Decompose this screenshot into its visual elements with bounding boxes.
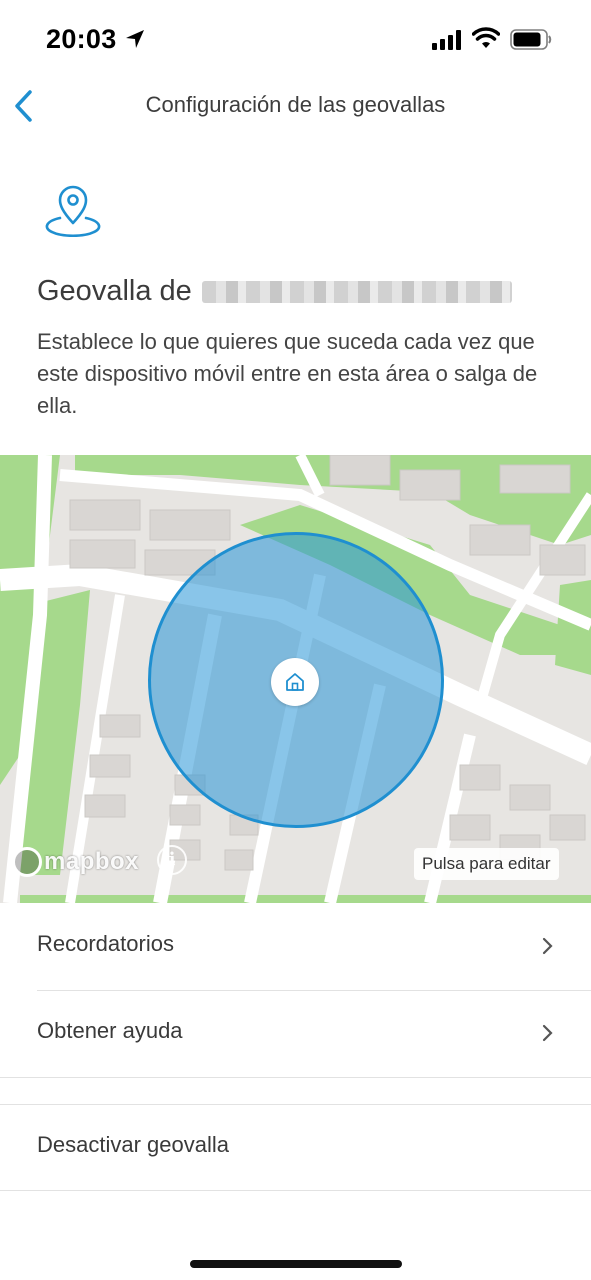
list-item-deactivate-geofence[interactable]: Desactivar geovalla	[0, 1104, 591, 1190]
edit-map-badge[interactable]: Pulsa para editar	[414, 848, 559, 880]
geofence-map[interactable]: mapbox i Pulsa para editar	[0, 455, 591, 903]
chevron-right-icon	[542, 937, 553, 955]
home-pin	[271, 658, 319, 706]
status-bar: 20:03	[0, 0, 591, 80]
redacted-location-name	[201, 281, 512, 304]
chevron-right-icon	[542, 1024, 553, 1042]
location-arrow-icon	[126, 30, 144, 48]
status-time: 20:03	[46, 24, 117, 54]
home-indicator	[190, 1260, 402, 1268]
mapbox-logo[interactable]: mapbox	[12, 847, 139, 877]
nav-bar: Configuración de las geovallas	[0, 80, 591, 132]
geofence-title: Geovalla de	[37, 275, 512, 308]
list-item-reminders[interactable]: Recordatorios	[0, 903, 591, 989]
wifi-icon	[472, 27, 500, 48]
list-item-label: Desactivar geovalla	[37, 1132, 229, 1157]
page-title: Configuración de las geovallas	[145, 92, 446, 117]
list-item-label: Obtener ayuda	[37, 1018, 183, 1043]
home-icon	[286, 673, 304, 691]
mapbox-attribution: mapbox	[44, 848, 140, 875]
map-pin-icon	[45, 185, 101, 238]
geofence-description: Establece lo que quieres que suceda cada…	[37, 329, 538, 418]
geofence-title-prefix: Geovalla de	[37, 275, 192, 307]
mapbox-logo-icon	[12, 847, 42, 877]
list-item-label: Recordatorios	[37, 931, 174, 956]
divider	[0, 1077, 591, 1078]
map-info-button[interactable]: i	[157, 845, 187, 875]
list-item-get-help[interactable]: Obtener ayuda	[0, 990, 591, 1076]
battery-icon	[510, 29, 552, 50]
cellular-signal-icon	[432, 30, 461, 50]
divider	[0, 1190, 591, 1191]
